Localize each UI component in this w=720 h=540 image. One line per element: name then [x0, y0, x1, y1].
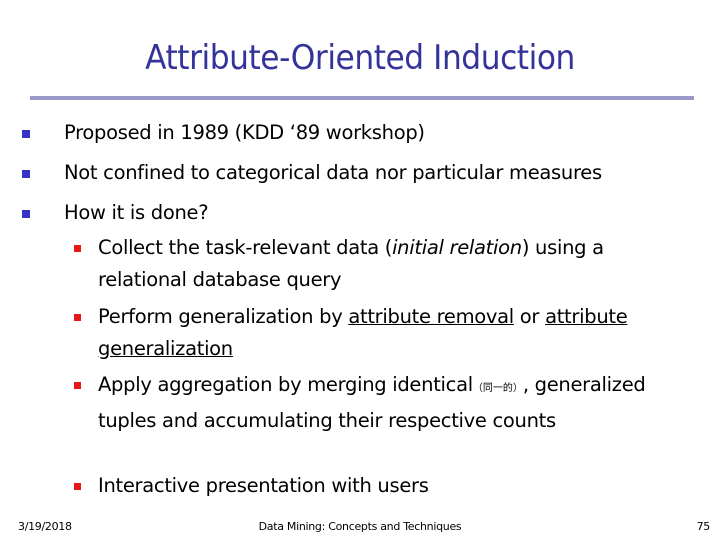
sub-bullet-text-start: Apply aggregation by merging identical: [98, 373, 473, 396]
sub-bullet-text-start: Collect the task-relevant data (: [98, 236, 393, 259]
title-divider: [30, 96, 694, 100]
page-number: 75: [696, 520, 711, 533]
bullet-text: Proposed in 1989 (KDD ‘89 workshop): [64, 121, 425, 144]
sub-bullet-item: Collect the task-relevant data (initial …: [74, 232, 698, 296]
square-bullet-icon: [74, 314, 81, 321]
square-bullet-icon: [74, 483, 81, 490]
sub-bullet-item: Interactive presentation with users: [74, 470, 698, 502]
square-bullet-icon: [22, 210, 30, 218]
square-bullet-icon: [74, 245, 81, 252]
sub-bullet-text-mid: or: [513, 305, 546, 328]
sub-bullet-item: Apply aggregation by merging identical（同…: [74, 369, 698, 437]
bullet-item: Not confined to categorical data nor par…: [22, 157, 704, 189]
bullet-item: Proposed in 1989 (KDD ‘89 workshop): [22, 117, 704, 149]
sub-bullet-text: Interactive presentation with users: [98, 474, 429, 497]
italic-term: initial relation: [392, 236, 522, 259]
chinese-annotation: （同一的）: [472, 383, 523, 394]
square-bullet-icon: [22, 170, 30, 178]
square-bullet-icon: [22, 130, 30, 138]
slide-title: Attribute-Oriented Induction: [145, 38, 575, 78]
attribute-removal-link[interactable]: attribute removal: [348, 305, 514, 328]
square-bullet-icon: [74, 382, 81, 389]
sub-bullet-item: Perform generalization by attribute remo…: [74, 301, 698, 365]
footer-title: Data Mining: Concepts and Techniques: [258, 520, 462, 533]
bullet-text: How it is done?: [64, 201, 209, 224]
bullet-item: How it is done?: [22, 197, 704, 229]
bullet-text: Not confined to categorical data nor par…: [64, 161, 602, 184]
sub-bullet-text-start: Perform generalization by: [98, 305, 349, 328]
